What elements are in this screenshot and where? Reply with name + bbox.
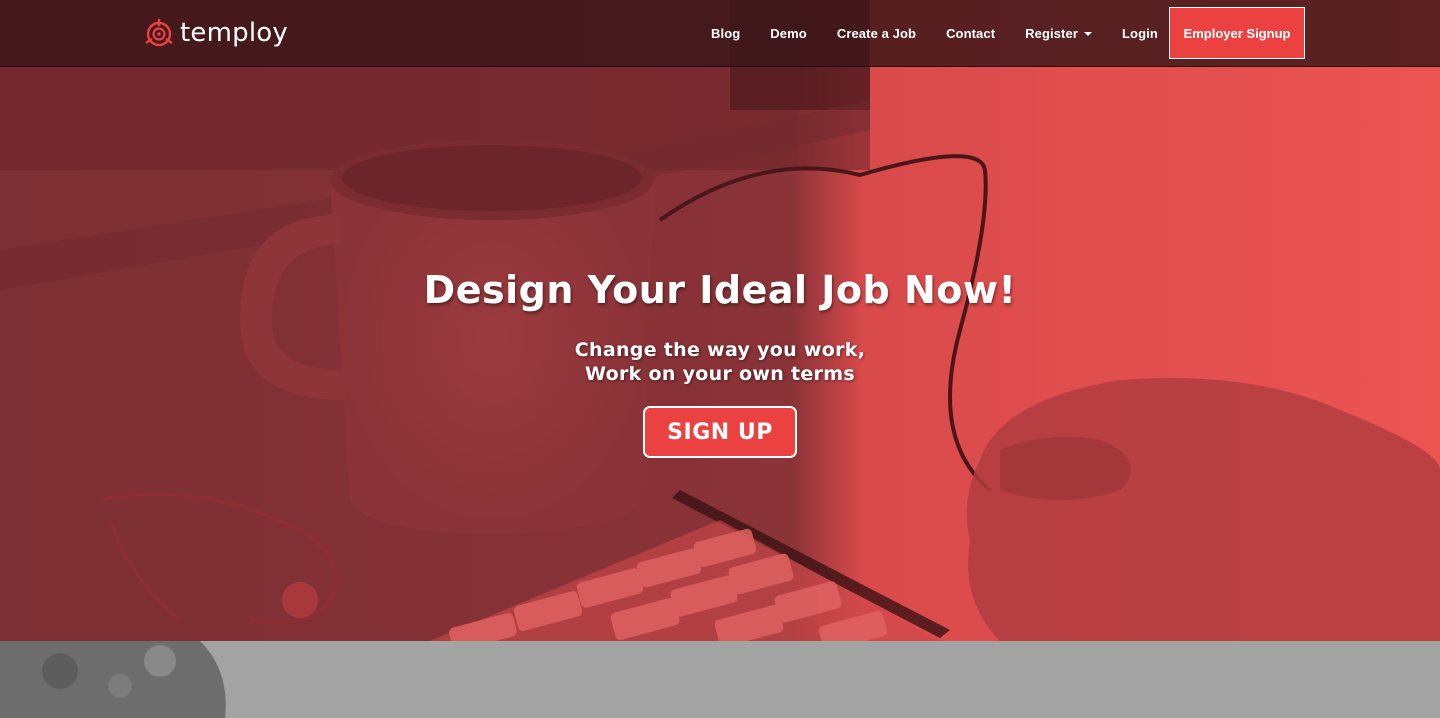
temploy-logo-icon xyxy=(145,19,173,47)
chevron-down-icon xyxy=(1083,31,1092,36)
hero-subtitle: Change the way you work, Work on your ow… xyxy=(0,338,1440,386)
hero-title: Design Your Ideal Job Now! xyxy=(423,268,1017,312)
brand-logo[interactable]: temploy xyxy=(144,15,288,51)
nav-item-create-a-job[interactable]: Create a Job xyxy=(822,26,931,41)
hero-subtitle-line-2: Work on your own terms xyxy=(585,363,855,385)
nav-menu: Blog Demo Create a Job Contact Register … xyxy=(696,0,1173,66)
next-section-image xyxy=(0,641,1440,718)
nav-item-demo[interactable]: Demo xyxy=(755,26,822,41)
nav-item-blog[interactable]: Blog xyxy=(696,26,755,41)
hero-content: Design Your Ideal Job Now! Change the wa… xyxy=(0,262,1440,458)
brand-name: temploy xyxy=(180,18,288,48)
nav-item-register[interactable]: Register xyxy=(1010,26,1107,41)
nav-item-register-label: Register xyxy=(1025,25,1078,41)
hero-section: temploy Blog Demo Create a Job Contact R… xyxy=(0,0,1440,641)
nav-item-contact[interactable]: Contact xyxy=(931,26,1010,41)
employer-signup-button[interactable]: Employer Signup xyxy=(1169,7,1305,59)
nav-item-login[interactable]: Login xyxy=(1107,26,1173,41)
hero-subtitle-line-1: Change the way you work, xyxy=(574,339,866,361)
hero-signup-button[interactable]: SIGN UP xyxy=(643,406,797,458)
top-navbar: temploy Blog Demo Create a Job Contact R… xyxy=(0,0,1440,67)
